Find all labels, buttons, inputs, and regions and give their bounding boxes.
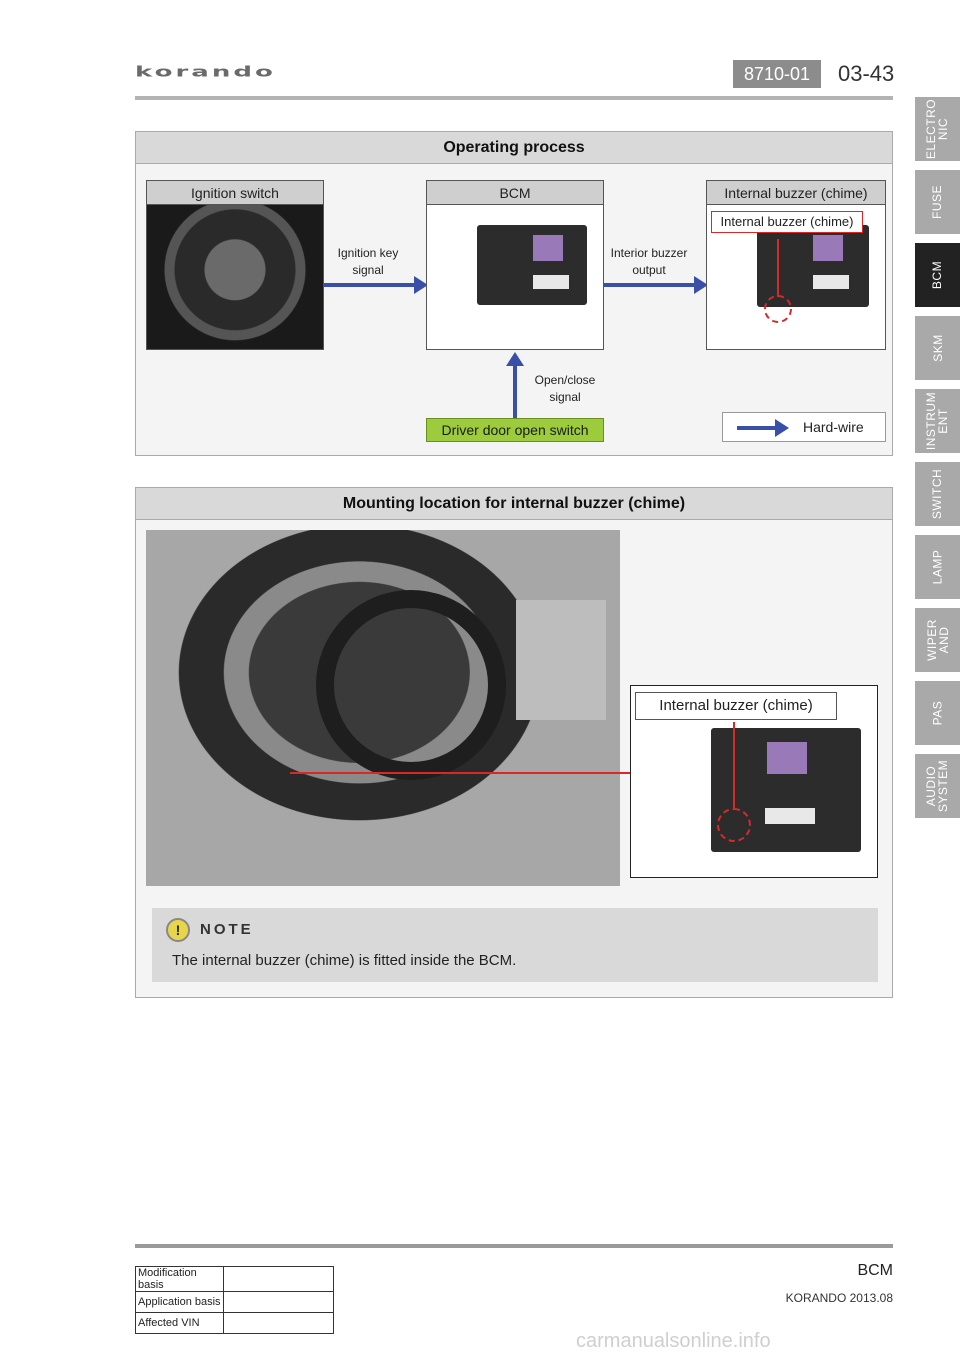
tab-switch[interactable]: SWITCH [915,462,960,526]
tab-lamp[interactable]: LAMP [915,535,960,599]
mounting-location-panel: Mounting location for internal buzzer (c… [135,487,893,998]
table-row: Application basis [135,1291,334,1313]
buzzer-leader-line [777,239,779,297]
buzzer-highlight-ring [764,295,792,323]
tab-pas[interactable]: PAS [915,681,960,745]
detail-highlight-ring [717,808,751,842]
detail-leader-line [733,722,735,808]
driver-door-switch-box: Driver door open switch [426,418,604,442]
tab-instrument[interactable]: INSTRUM ENT [915,389,960,453]
bcm-box: BCM [426,180,604,350]
footer-subtitle: KORANDO 2013.08 [785,1291,893,1305]
tab-skm[interactable]: SKM [915,316,960,380]
note-box: ! NOTE The internal buzzer (chime) is fi… [152,908,878,982]
operating-process-title: Operating process [136,132,892,164]
open-close-signal-label: Open/close signal [534,373,596,404]
modification-basis-value [223,1266,334,1292]
buzzer-callout-label: Internal buzzer (chime) [711,211,863,233]
interior-buzzer-output-arrow [604,276,708,294]
application-basis-label: Application basis [135,1291,224,1313]
buzzer-detail-callout: Internal buzzer (chime) [635,692,837,720]
ignition-key-signal-arrow [324,276,428,294]
header-rule [135,96,893,100]
ignition-switch-box: Ignition switch [146,180,324,350]
internal-buzzer-title: Internal buzzer (chime) [707,181,885,205]
interior-buzzer-output-label: Interior buzzer output [610,246,688,277]
table-row: Modification basis [135,1266,334,1292]
legend-hardwire-label: Hard-wire [803,419,864,435]
footer-rule [135,1244,893,1248]
note-text: The internal buzzer (chime) is fitted in… [172,952,517,969]
tab-audio-system[interactable]: AUDIO SYSTEM [915,754,960,818]
mounting-location-title: Mounting location for internal buzzer (c… [136,488,892,520]
buzzer-detail-box: Internal buzzer (chime) [630,685,878,878]
legend-box: Hard-wire [722,412,886,442]
tab-fuse[interactable]: FUSE [915,170,960,234]
watermark: carmanualsonline.info [576,1330,771,1352]
footer-title: BCM [857,1262,893,1279]
ignition-key-signal-label: Ignition key signal [337,246,399,277]
internal-buzzer-box: Internal buzzer (chime) Internal buzzer … [706,180,886,350]
open-close-signal-arrow [506,352,524,418]
tab-bcm[interactable]: BCM [915,243,960,307]
bcm-title: BCM [427,181,603,205]
note-title: NOTE [200,921,254,938]
table-row: Affected VIN [135,1312,334,1334]
tab-wiper[interactable]: WIPER AND [915,608,960,672]
dashboard-photo [146,530,620,886]
center-console-shape [516,600,606,720]
ignition-switch-photo [147,205,323,349]
application-basis-value [223,1291,334,1313]
warning-icon: ! [166,918,190,942]
mounting-leader-line [290,772,630,774]
operating-process-panel: Operating process Ignition switch Igniti… [135,131,893,456]
page-number: 03-43 [838,61,895,86]
affected-vin-label: Affected VIN [135,1312,224,1334]
steering-wheel-shape [316,590,506,780]
section-code-badge: 8710-01 [733,60,821,88]
ignition-switch-title: Ignition switch [147,181,323,205]
bcm-module-image [477,225,587,305]
revision-info-table: Modification basis Application basis Aff… [135,1266,334,1334]
legend-hardwire-arrow [737,419,789,437]
affected-vin-value [223,1312,334,1334]
modification-basis-label: Modification basis [135,1266,224,1292]
brand-logo: korando [135,64,276,81]
tab-electronic[interactable]: ELECTRO NIC [915,97,960,161]
